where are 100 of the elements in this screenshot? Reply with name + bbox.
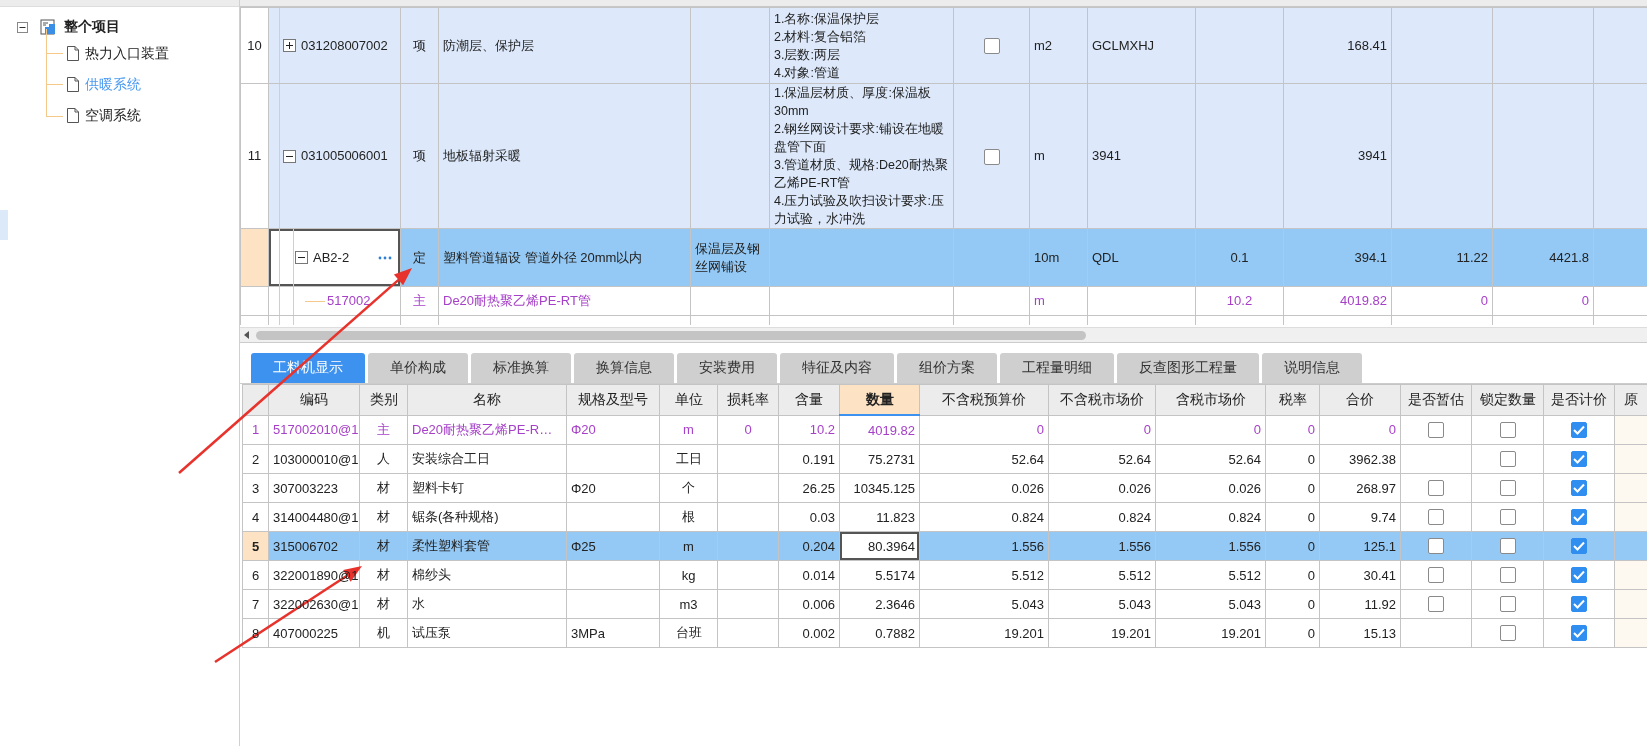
more-icon[interactable] xyxy=(378,255,392,260)
tab[interactable]: 反查图形工程量 xyxy=(1117,353,1259,383)
checkbox[interactable] xyxy=(1499,567,1516,584)
column-header[interactable]: 不含税市场价 xyxy=(1048,384,1156,415)
table-cell-text: 517002010@1 xyxy=(273,422,359,438)
table-cell-text: 268.97 xyxy=(1356,480,1396,496)
item-type: 定 xyxy=(413,249,426,265)
checkbox[interactable] xyxy=(1499,538,1516,555)
column-header[interactable]: 不含税预算价 xyxy=(919,384,1049,415)
table-cell-text: 0 xyxy=(744,422,752,438)
expand-icon[interactable] xyxy=(283,39,296,52)
table-cell-text: 0.191 xyxy=(802,451,835,467)
table-cell-text: 315006702 xyxy=(273,538,339,554)
table-cell-text: m xyxy=(683,422,694,438)
column-header[interactable]: 是否计价 xyxy=(1543,384,1615,415)
checkbox[interactable] xyxy=(1499,625,1516,642)
horizontal-scrollbar[interactable] xyxy=(240,327,1647,343)
tab[interactable]: 工程量明细 xyxy=(1000,353,1114,383)
tab[interactable]: 组价方案 xyxy=(897,353,997,383)
table-cell-text: 26.25 xyxy=(802,480,835,496)
tab[interactable]: 标准换算 xyxy=(471,353,571,383)
table-cell-text: 10.2 xyxy=(809,422,835,438)
tree-item[interactable]: 热力入口装置 xyxy=(85,44,169,63)
scroll-left-icon[interactable] xyxy=(244,331,250,339)
checkbox[interactable] xyxy=(1571,422,1587,439)
table-cell-text: 材 xyxy=(377,538,390,553)
table-cell-text: 安装综合工日 xyxy=(412,451,490,466)
column-header[interactable]: 编码 xyxy=(268,384,360,415)
table-cell-text: 0.824 xyxy=(1118,509,1151,525)
table-cell-text: 工日 xyxy=(675,451,702,466)
collapse-icon[interactable] xyxy=(283,149,296,163)
tab[interactable]: 特征及内容 xyxy=(780,353,894,383)
checkbox[interactable] xyxy=(1571,451,1587,468)
checkbox[interactable] xyxy=(1499,480,1516,497)
side-marker xyxy=(0,210,8,240)
table-cell-text: 0 xyxy=(1307,625,1315,641)
table-cell-text: 125.1 xyxy=(1363,538,1396,554)
checkbox[interactable] xyxy=(1571,538,1587,555)
collapse-icon[interactable] xyxy=(295,251,308,264)
column-header[interactable]: 单位 xyxy=(659,384,718,415)
table-cell-text: De20耐热聚乙烯PE-R… xyxy=(412,421,553,437)
table-cell-text: 水 xyxy=(412,596,425,611)
checkbox[interactable] xyxy=(1428,480,1444,497)
checkbox[interactable] xyxy=(1499,509,1516,526)
tree-item[interactable]: 空调系统 xyxy=(85,106,141,125)
document-icon xyxy=(67,108,79,123)
checkbox[interactable] xyxy=(983,38,1000,55)
checkbox[interactable] xyxy=(1571,625,1587,642)
tab[interactable]: 单价构成 xyxy=(368,353,468,383)
table-cell-text: 锯条(各种规格) xyxy=(412,509,499,524)
column-header[interactable]: 锁定数量 xyxy=(1471,384,1544,415)
price-text: 11.22 xyxy=(1456,249,1488,265)
table-cell-text: 75.2731 xyxy=(868,451,915,467)
tab[interactable]: 安装费用 xyxy=(677,353,777,383)
tree-root-label[interactable]: 整个项目 xyxy=(64,18,120,36)
column-header[interactable]: 是否暂估 xyxy=(1400,384,1472,415)
checkbox[interactable] xyxy=(1428,422,1444,439)
table-cell-text: 0 xyxy=(1036,422,1044,438)
item-name: 防潮层、保护层 xyxy=(443,37,534,53)
tab[interactable]: 换算信息 xyxy=(574,353,674,383)
table-cell-text: 3962.38 xyxy=(1349,451,1396,467)
scrollbar-thumb[interactable] xyxy=(256,330,1086,340)
table-cell-text: 30.41 xyxy=(1363,567,1396,583)
checkbox[interactable] xyxy=(1428,538,1444,555)
table-cell-text: 80.3964 xyxy=(868,538,915,554)
table-cell-text: 根 xyxy=(682,509,695,524)
checkbox[interactable] xyxy=(1428,567,1444,584)
column-header[interactable]: 合价 xyxy=(1319,384,1401,415)
checkbox[interactable] xyxy=(1499,596,1516,613)
table-cell-text: 5.512 xyxy=(1011,567,1044,583)
column-header[interactable]: 含税市场价 xyxy=(1155,384,1266,415)
checkbox[interactable] xyxy=(1499,422,1516,439)
checkbox[interactable] xyxy=(1571,509,1587,526)
expression-text: GCLMXHJ xyxy=(1092,37,1155,53)
checkbox[interactable] xyxy=(983,148,1000,165)
checkbox[interactable] xyxy=(1571,596,1587,613)
expression-text: QDL xyxy=(1092,249,1119,265)
price-text: 0 xyxy=(1480,293,1488,308)
table-cell-text: 3MPa xyxy=(571,625,605,641)
column-header[interactable]: 类别 xyxy=(359,384,408,415)
row-number: 4 xyxy=(251,509,260,525)
column-header[interactable]: 损耗率 xyxy=(717,384,779,415)
table-cell-text: 材 xyxy=(377,596,390,611)
tab[interactable]: 说明信息 xyxy=(1262,353,1362,383)
checkbox[interactable] xyxy=(1428,509,1444,526)
collapse-icon[interactable] xyxy=(17,21,28,33)
table-cell-text: 试压泵 xyxy=(412,625,451,640)
checkbox[interactable] xyxy=(1499,451,1516,468)
column-header[interactable]: 原 xyxy=(1614,384,1647,415)
checkbox[interactable] xyxy=(1571,480,1587,497)
column-header[interactable]: 数量 xyxy=(839,384,920,415)
expression-text: 3941 xyxy=(1092,148,1121,163)
checkbox[interactable] xyxy=(1428,596,1444,613)
checkbox[interactable] xyxy=(1571,567,1587,584)
column-header[interactable]: 名称 xyxy=(407,384,567,415)
column-header[interactable]: 规格及型号 xyxy=(566,384,660,415)
row-number: 10 xyxy=(247,37,262,53)
column-header[interactable]: 含量 xyxy=(778,384,840,415)
table-cell-text: 0 xyxy=(1307,480,1315,496)
column-header[interactable]: 税率 xyxy=(1265,384,1320,415)
